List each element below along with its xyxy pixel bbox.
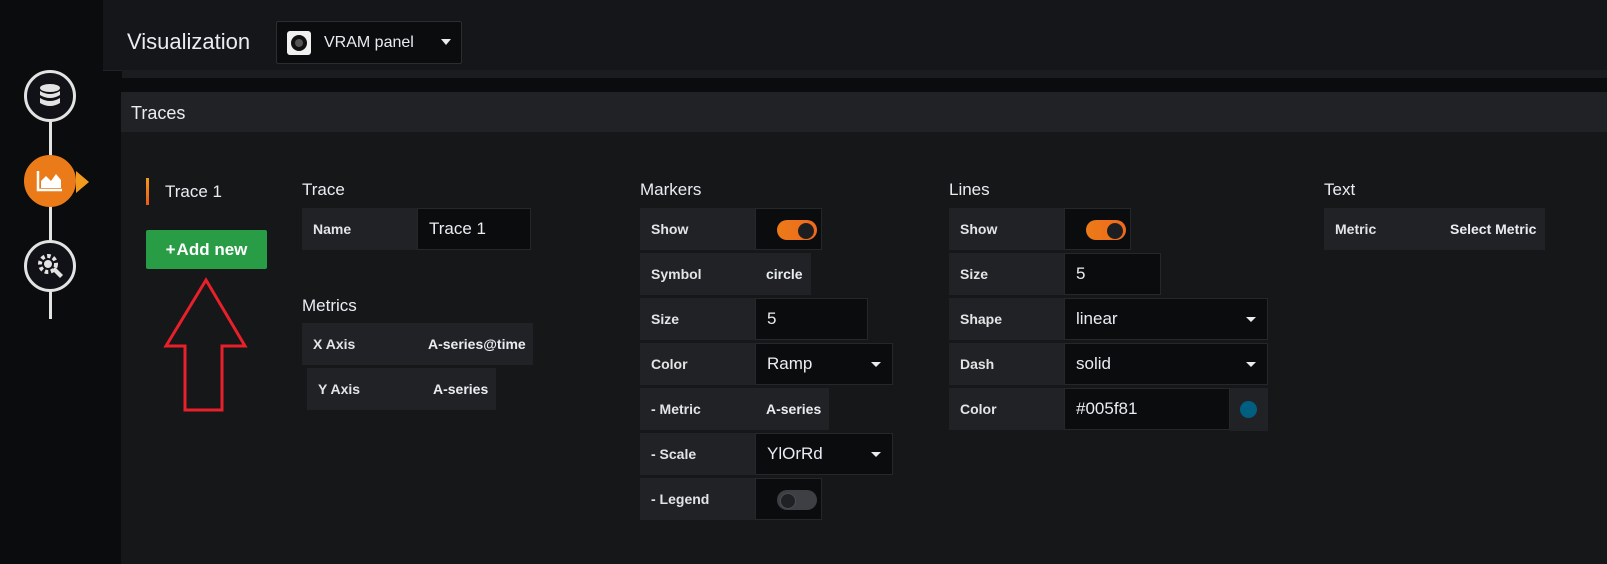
lines-shape-select[interactable]: linear (1064, 298, 1268, 340)
markers-legend-toggle[interactable] (755, 478, 822, 520)
wizard-connector (49, 205, 52, 243)
trace-tab-label: Trace 1 (165, 182, 223, 201)
chart-area-icon (36, 171, 62, 192)
markers-section-title: Markers (640, 180, 702, 199)
y-axis-metric-select[interactable]: A-series (422, 368, 496, 410)
wizard-connector (49, 289, 52, 319)
lines-dash-label: Dash (949, 343, 1064, 385)
visualization-picker[interactable]: VRAM panel (276, 21, 462, 64)
wizard-step-queries[interactable] (24, 70, 76, 122)
lines-show-toggle[interactable] (1064, 208, 1131, 250)
markers-size-input[interactable]: 5 (755, 298, 868, 340)
toggle-switch-off (777, 490, 817, 510)
lines-size-label: Size (949, 253, 1064, 295)
markers-show-label: Show (640, 208, 755, 250)
add-trace-button[interactable]: + Add new (146, 230, 267, 269)
wizard-step-general[interactable] (24, 240, 76, 292)
trace-name-label: Name (302, 208, 417, 250)
y-axis-label: Y Axis (307, 368, 422, 410)
lines-color-label: Color (949, 388, 1064, 430)
toggle-switch-on (1086, 220, 1126, 240)
text-section-title: Text (1324, 180, 1356, 199)
text-metric-label: Metric (1324, 208, 1439, 250)
markers-size-label: Size (640, 298, 755, 340)
lines-dash-select[interactable]: solid (1064, 343, 1268, 385)
cog-wrench-icon (38, 254, 63, 278)
lines-size-input[interactable]: 5 (1064, 253, 1161, 295)
markers-metric-select[interactable]: A-series (755, 388, 829, 430)
lines-dash-value: solid (1076, 354, 1111, 373)
metrics-section-title: Metrics (302, 296, 357, 315)
lines-section-title: Lines (949, 180, 990, 199)
trace-section-title: Trace (302, 180, 345, 199)
x-axis-metric-select[interactable]: A-series@time (417, 323, 533, 365)
markers-legend-label: - Legend (640, 478, 755, 520)
panel-editor-wizard (0, 0, 103, 564)
annotation-arrow-up-icon (163, 277, 248, 412)
trace-name-input[interactable]: Trace 1 (417, 208, 531, 250)
markers-color-select[interactable]: Ramp (755, 343, 893, 385)
panel-plugin-logo-icon (287, 30, 311, 55)
visualization-picker-label: VRAM panel (324, 33, 414, 51)
chevron-down-icon (871, 452, 881, 457)
text-metric-select[interactable]: Select Metric (1439, 208, 1545, 250)
chevron-down-icon (1246, 317, 1256, 322)
lines-shape-value: linear (1076, 309, 1118, 328)
wizard-connector (49, 120, 52, 158)
page-title: Visualization (127, 29, 251, 54)
traces-panel-title: Traces (131, 103, 186, 123)
markers-color-label: Color (640, 343, 755, 385)
markers-color-value: Ramp (767, 354, 813, 373)
wizard-step-visualization[interactable] (24, 155, 76, 207)
toggle-switch-on (777, 220, 817, 240)
markers-scale-label: - Scale (640, 433, 755, 475)
markers-symbol-label: Symbol (640, 253, 755, 295)
add-trace-button-label: Add new (176, 239, 248, 259)
markers-symbol-select[interactable]: circle (755, 253, 811, 295)
color-swatch (1240, 401, 1257, 418)
lines-color-picker[interactable] (1230, 388, 1268, 431)
database-icon (40, 84, 60, 106)
lines-show-label: Show (949, 208, 1064, 250)
active-step-pointer (76, 171, 89, 193)
chevron-down-icon (441, 39, 451, 45)
active-tab-indicator (146, 178, 149, 205)
markers-scale-value: YlOrRd (767, 444, 823, 463)
header-divider (122, 70, 1607, 78)
traces-panel-header[interactable]: Traces (121, 92, 1607, 132)
x-axis-label: X Axis (302, 323, 417, 365)
markers-scale-select[interactable]: YlOrRd (755, 433, 893, 475)
markers-show-toggle[interactable] (755, 208, 822, 250)
editor-header: Visualization VRAM panel (103, 0, 1607, 78)
plus-icon: + (165, 239, 176, 259)
lines-color-input[interactable]: #005f81 (1064, 388, 1230, 430)
chevron-down-icon (871, 362, 881, 367)
chevron-down-icon (1246, 362, 1256, 367)
markers-metric-label: - Metric (640, 388, 755, 430)
lines-shape-label: Shape (949, 298, 1064, 340)
